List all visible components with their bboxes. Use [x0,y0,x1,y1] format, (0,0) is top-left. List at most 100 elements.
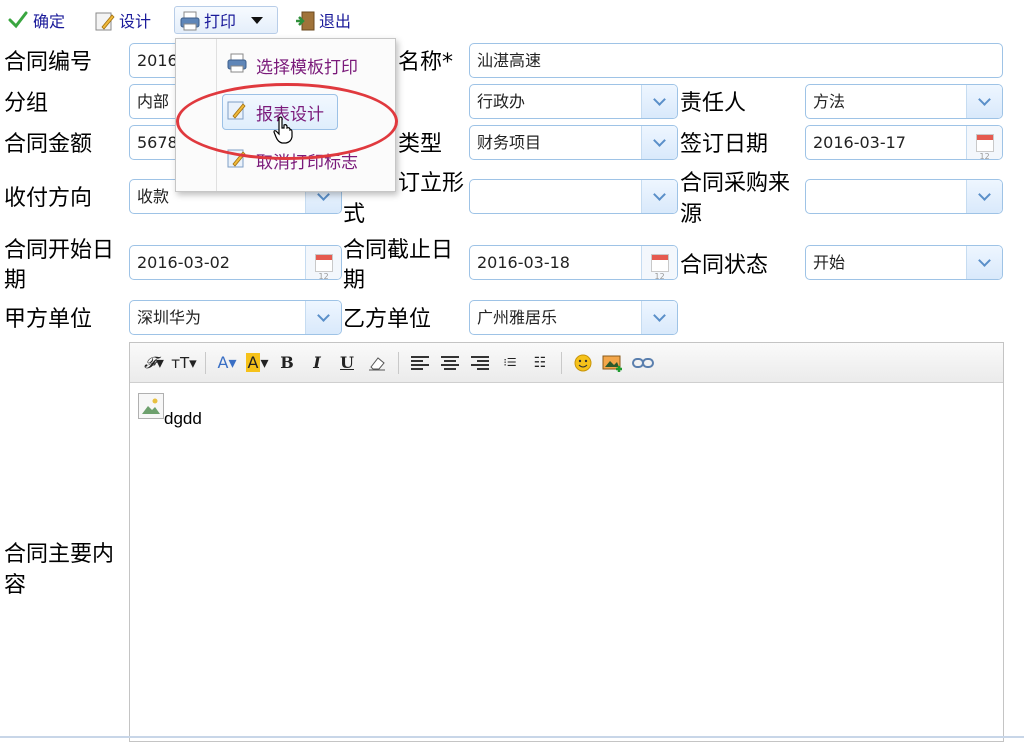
toolbar-divider [398,351,399,374]
purchase-source-dropdown-button[interactable] [966,180,1002,213]
owner-dropdown-button[interactable] [966,85,1002,118]
type-label: 类型 [398,132,443,157]
highlight-glyph: A [245,353,261,372]
status-dropdown-button[interactable] [966,246,1002,279]
link-icon[interactable] [629,350,657,376]
party-a-label: 甲方单位 [4,307,93,332]
sign-date-value: 2016-03-17 [813,133,906,152]
printer-icon [226,52,248,79]
party-a-dropdown-button[interactable] [305,301,341,334]
type-dropdown-button[interactable] [641,126,677,159]
calendar-icon [975,133,994,159]
rich-text-editor[interactable]: 𝓕▾ ᴛT▾ A ▾ A ▾ B I U ⁝☰ ☷ dgdd [129,342,1004,742]
group-label: 分组 [4,91,49,116]
start-date-calendar-button[interactable] [305,246,341,279]
unordered-list-icon[interactable]: ☷ [526,350,554,376]
editor-body-text: dgdd [164,409,202,428]
purchase-source-label-line2: 源 [680,202,703,227]
image-icon[interactable] [599,350,627,376]
ordered-list-icon[interactable]: ⁝☰ [496,350,524,376]
chevron-down-icon [978,253,991,267]
printer-icon [179,10,200,31]
chevron-down-icon [653,92,666,106]
font-color-glyph: A [217,353,229,372]
party-b-select[interactable]: 广州雅居乐 [469,300,678,335]
font-size-button[interactable]: ᴛT▾ [170,350,198,376]
underline-button[interactable]: U [333,350,361,376]
editor-toolbar: 𝓕▾ ᴛT▾ A ▾ A ▾ B I U ⁝☰ ☷ [130,343,1003,383]
end-date-calendar-button[interactable] [641,246,677,279]
party-a-value: 深圳华为 [137,308,202,327]
purchase-source-select[interactable] [805,179,1003,214]
end-date-label-line1: 合同截止日 [343,238,454,263]
emoticon-icon[interactable] [569,350,597,376]
align-right-icon[interactable] [466,350,494,376]
party-b-label: 乙方单位 [343,307,432,332]
sign-date-label: 签订日期 [680,132,769,157]
owner-value: 方法 [813,92,846,111]
font-color-button[interactable]: A ▾ [213,350,241,376]
menu-item-select-template-print[interactable]: 选择模板打印 [226,48,358,82]
editor-body[interactable]: dgdd [130,383,1003,429]
checkmark-icon [8,10,28,30]
exit-door-icon [294,10,315,31]
chevron-down-icon [978,187,991,201]
end-date-field[interactable]: 2016-03-18 [469,245,678,280]
design-button[interactable]: 设计 [90,6,155,34]
amount-value: 5678 [137,133,178,152]
align-left-icon[interactable] [406,350,434,376]
start-date-field[interactable]: 2016-03-02 [129,245,342,280]
eraser-icon[interactable] [363,350,391,376]
contract-no-value: 2016 [137,51,178,70]
party-b-value: 广州雅居乐 [477,308,558,327]
form-type-select[interactable] [469,179,678,214]
status-select[interactable]: 开始 [805,245,1003,280]
content-label-line1: 合同主要内 [4,542,115,567]
edit-document-icon [94,10,115,31]
form-type-dropdown-button[interactable] [641,180,677,213]
confirm-label: 确定 [33,12,66,31]
chevron-down-icon [317,308,330,322]
status-label: 合同状态 [680,253,769,278]
exit-label: 退出 [319,12,352,31]
contract-name-field[interactable]: 汕湛高速 [469,43,1003,78]
toolbar-divider [205,351,206,374]
end-date-value: 2016-03-18 [477,253,570,272]
caret-down-icon [251,16,264,24]
end-date-label-line2: 期 [343,268,366,293]
pay-direction-value: 收款 [137,187,170,206]
content-label-line2: 容 [4,573,27,598]
dept-select[interactable]: 行政办 [469,84,678,119]
menu-item-label: 选择模板打印 [256,57,358,78]
dept-dropdown-button[interactable] [641,85,677,118]
exit-button[interactable]: 退出 [290,6,355,34]
calendar-icon [650,253,669,279]
owner-select[interactable]: 方法 [805,84,1003,119]
type-value: 财务项目 [477,133,542,152]
chevron-down-icon [653,308,666,322]
chevron-down-icon [653,187,666,201]
align-center-icon[interactable] [436,350,464,376]
contract-name-label: 名称* [398,50,454,75]
chevron-down-icon [653,133,666,147]
party-b-dropdown-button[interactable] [641,301,677,334]
sign-date-field[interactable]: 2016-03-17 [805,125,1003,160]
font-family-button[interactable]: 𝓕▾ [140,350,168,376]
print-label: 打印 [204,12,237,31]
owner-label: 责任人 [680,91,747,116]
design-label: 设计 [119,12,152,31]
highlight-button[interactable]: A ▾ [243,350,271,376]
party-a-select[interactable]: 深圳华为 [129,300,342,335]
confirm-button[interactable]: 确定 [4,6,69,34]
print-dropdown-button[interactable]: 打印 [174,6,278,34]
contract-no-label: 合同编号 [4,50,93,75]
sign-date-calendar-button[interactable] [966,126,1002,159]
purchase-source-label-line1: 合同采购来 [680,171,791,196]
type-select[interactable]: 财务项目 [469,125,678,160]
italic-button[interactable]: I [303,350,331,376]
bold-button[interactable]: B [273,350,301,376]
hand-cursor-icon [272,116,294,148]
start-date-value: 2016-03-02 [137,253,230,272]
group-value: 内部 [137,92,170,111]
contract-name-value: 汕湛高速 [477,51,542,70]
